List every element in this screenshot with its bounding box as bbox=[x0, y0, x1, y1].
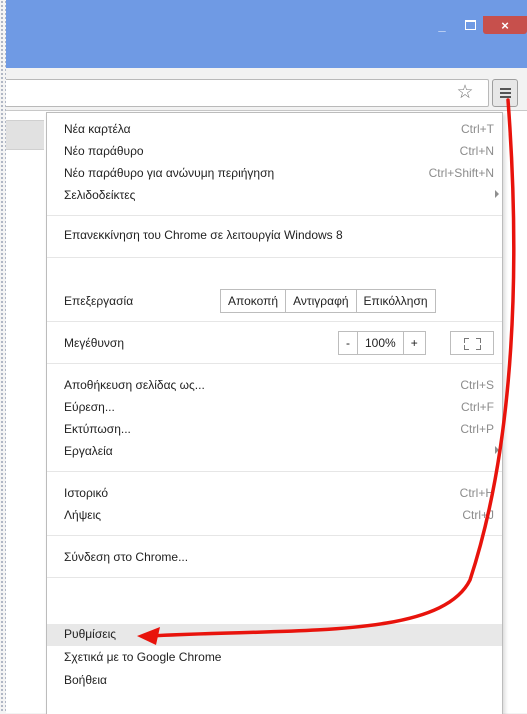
browser-toolbar: ☆ bbox=[6, 68, 527, 111]
submenu-arrow-icon bbox=[495, 190, 499, 198]
cut-button[interactable]: Αποκοπή bbox=[220, 289, 287, 313]
menu-separator bbox=[47, 257, 502, 258]
menu-item-save-as[interactable]: Αποθήκευση σελίδας ως... Ctrl+S bbox=[47, 375, 502, 397]
menu-item-relaunch-windows8[interactable]: Επανεκκίνηση του Chrome σε λειτουργία Wi… bbox=[47, 225, 502, 247]
menu-item-new-tab[interactable]: Νέα καρτέλα Ctrl+T bbox=[47, 119, 502, 141]
hamburger-menu-icon bbox=[500, 88, 511, 90]
menu-item-find[interactable]: Εύρεση... Ctrl+F bbox=[47, 397, 502, 419]
menu-row-zoom: Μεγέθυνση bbox=[64, 336, 125, 350]
zoom-level: 100% bbox=[357, 331, 404, 355]
menu-item-settings[interactable]: Ρυθμίσεις bbox=[47, 624, 502, 646]
menu-item-incognito[interactable]: Νέο παράθυρο για ανώνυμη περιήγηση Ctrl+… bbox=[47, 163, 502, 185]
copy-button[interactable]: Αντιγραφή bbox=[285, 289, 357, 313]
menu-item-downloads[interactable]: Λήψεις Ctrl+J bbox=[47, 505, 502, 527]
star-icon[interactable]: ☆ bbox=[454, 82, 476, 104]
fullscreen-button[interactable] bbox=[450, 331, 494, 355]
chrome-menu: Νέα καρτέλα Ctrl+T Νέο παράθυρο Ctrl+N Ν… bbox=[46, 112, 503, 714]
menu-separator bbox=[47, 577, 502, 578]
zoom-control-group: - 100% + bbox=[338, 331, 426, 355]
menu-item-history[interactable]: Ιστορικό Ctrl+H bbox=[47, 483, 502, 505]
menu-item-bookmarks[interactable]: Σελιδοδείκτες bbox=[47, 185, 502, 207]
menu-item-new-window[interactable]: Νέο παράθυρο Ctrl+N bbox=[47, 141, 502, 163]
menu-separator bbox=[47, 535, 502, 536]
title-bar: _ × bbox=[6, 0, 527, 68]
menu-separator bbox=[47, 471, 502, 472]
menu-separator bbox=[47, 363, 502, 364]
page-tab-strip bbox=[6, 120, 44, 150]
chrome-menu-button[interactable] bbox=[492, 79, 518, 107]
minimize-button[interactable]: _ bbox=[430, 16, 454, 34]
menu-separator bbox=[47, 321, 502, 322]
menu-item-about[interactable]: Σχετικά με το Google Chrome bbox=[47, 647, 502, 669]
menu-item-tools[interactable]: Εργαλεία bbox=[47, 441, 502, 463]
menu-item-help[interactable]: Βοήθεια bbox=[47, 670, 502, 692]
menu-item-signin[interactable]: Σύνδεση στο Chrome... bbox=[47, 547, 502, 569]
zoom-in-button[interactable]: + bbox=[402, 331, 426, 355]
maximize-icon bbox=[464, 20, 476, 30]
close-button[interactable]: × bbox=[483, 16, 527, 34]
menu-separator bbox=[47, 215, 502, 216]
maximize-button[interactable] bbox=[458, 16, 482, 34]
edit-button-group: Αποκοπή Αντιγραφή Επικόλληση bbox=[220, 289, 436, 313]
paste-button[interactable]: Επικόλληση bbox=[355, 289, 436, 313]
submenu-arrow-icon bbox=[495, 446, 499, 454]
zoom-out-button[interactable]: - bbox=[338, 331, 358, 355]
menu-item-print[interactable]: Εκτύπωση... Ctrl+P bbox=[47, 419, 502, 441]
address-bar[interactable] bbox=[6, 79, 489, 107]
